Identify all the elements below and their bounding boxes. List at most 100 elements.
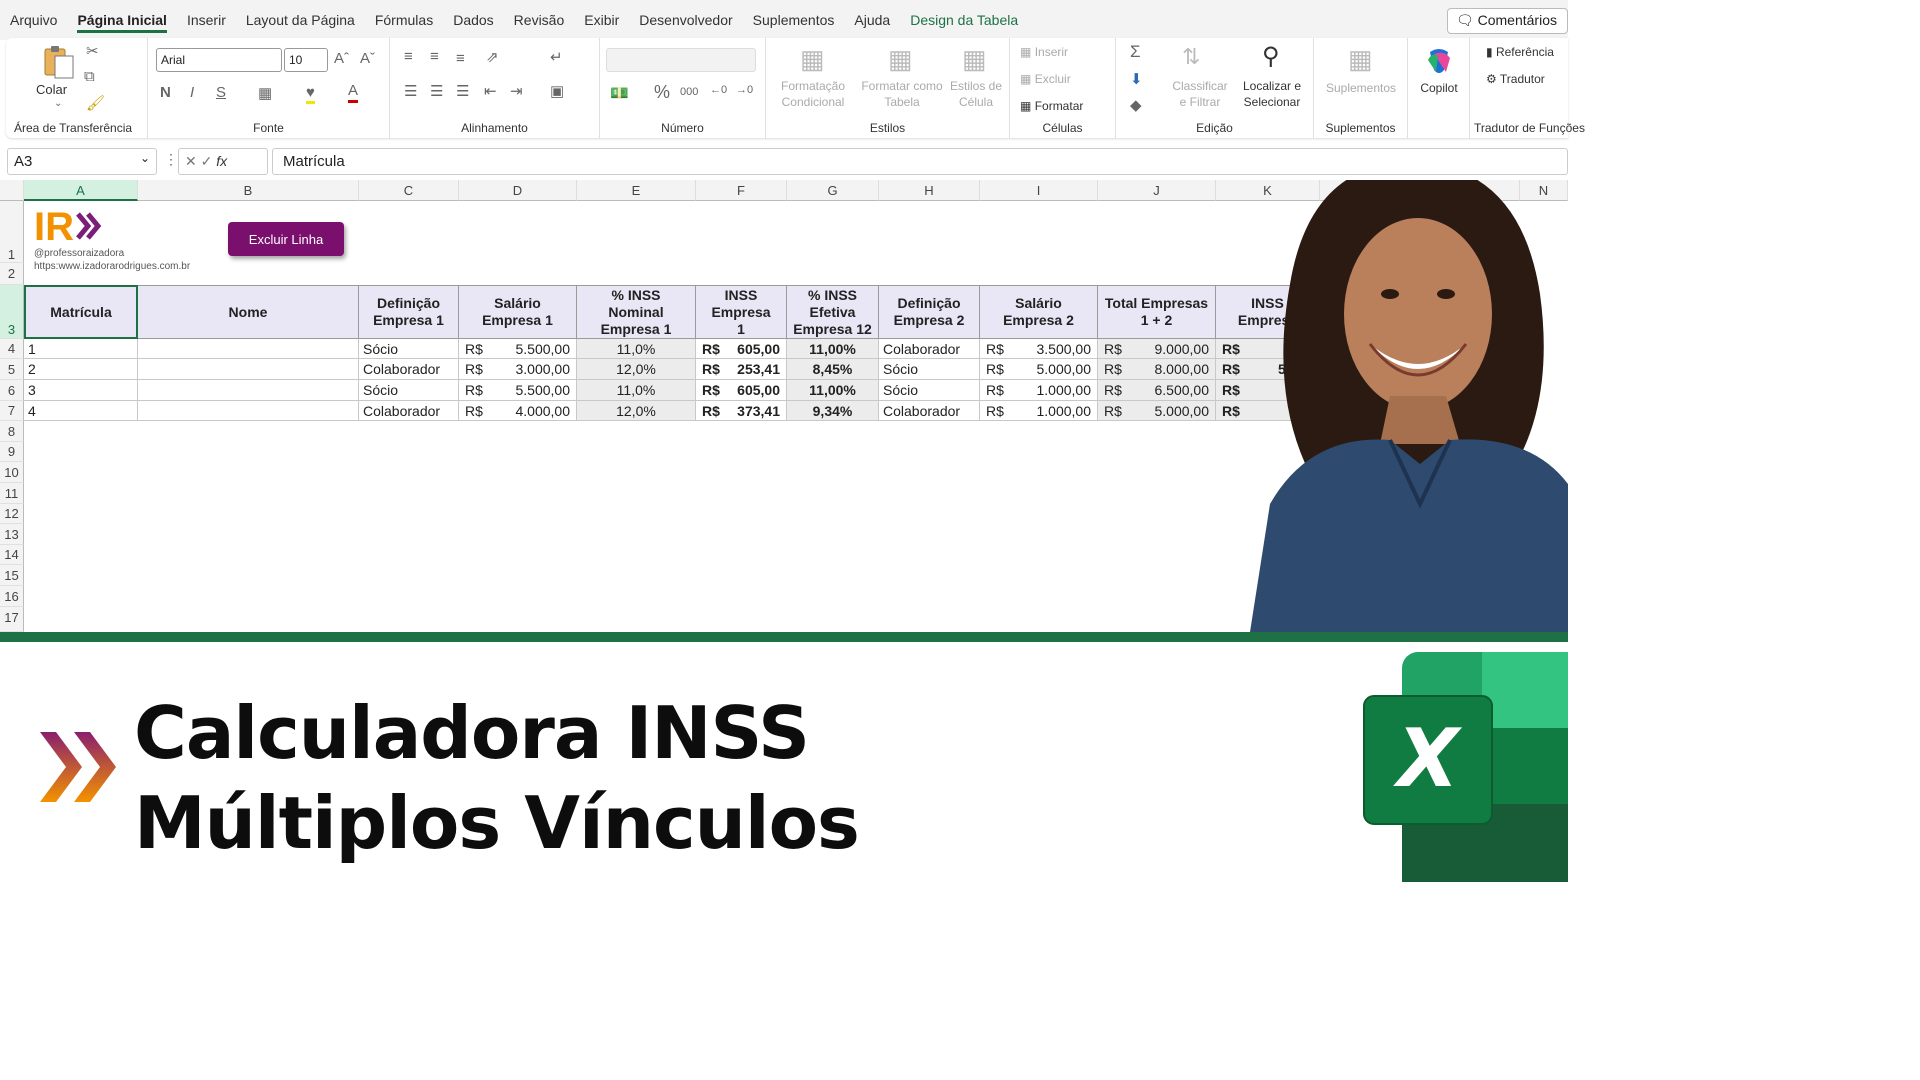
tab-layout-da-pagina[interactable]: Layout da Página [236,0,365,40]
tab-pagina-inicial[interactable]: Página Inicial [67,0,176,40]
cell-sal2-row-3[interactable]: R$ 1.000,00 [980,380,1098,401]
sort-filter-icon[interactable]: ⇅ [1182,44,1200,70]
font-color-icon[interactable]: A [348,82,359,103]
tab-dados[interactable]: Dados [443,0,503,40]
borders-icon[interactable]: ▦ [258,84,272,102]
row-header-13[interactable]: 13 [0,524,24,545]
cell-tot-row-2[interactable]: R$ 8.000,00 [1098,359,1216,380]
header-definicao-empresa-1[interactable]: Definição Empresa 1 [359,285,459,339]
copy-icon[interactable]: ⧉ [84,68,95,85]
delete-row-button[interactable]: Excluir Linha [228,222,344,256]
insert-cells-button[interactable]: ▦ Inserir [1020,44,1068,60]
cell-sal1-row-4[interactable]: R$ 4.000,00 [459,401,577,421]
header-total-empresas[interactable]: Total Empresas 1 + 2 [1098,285,1216,339]
font-name-select[interactable]: Arial [156,48,282,72]
increase-indent-icon[interactable]: ⇥ [510,82,523,100]
addins-button[interactable]: Suplementos [1320,80,1402,96]
chevron-down-icon[interactable]: ⌄ [140,151,150,165]
tab-arquivo[interactable]: Arquivo [0,0,67,40]
percent-style-button[interactable]: % [654,82,670,103]
format-as-table-icon[interactable]: ▦ [888,44,913,75]
comma-style-button[interactable]: 000 [680,86,698,98]
italic-button[interactable]: I [190,84,194,101]
row-header-15[interactable]: 15 [0,565,24,586]
autosum-icon[interactable]: Σ [1130,42,1141,62]
cell-mat-row-2[interactable]: 2 [24,359,138,380]
format-painter-icon[interactable]: 🖌 [86,94,105,112]
reference-button[interactable]: ▮ Referência [1486,44,1554,60]
format-as-table-button[interactable]: Formatar como Tabela [854,78,950,110]
tab-formulas[interactable]: Fórmulas [365,0,443,40]
tab-design-da-tabela[interactable]: Design da Tabela [900,0,1028,40]
column-header-f[interactable]: F [696,180,787,201]
shrink-font-icon[interactable]: Aˇ [360,50,375,67]
accounting-format-icon[interactable]: 💵 [610,84,629,102]
cell-pef-row-4[interactable]: 9,34% [787,401,879,421]
row-header-14[interactable]: 14 [0,545,24,565]
addins-icon[interactable]: ▦ [1348,44,1373,75]
tab-exibir[interactable]: Exibir [574,0,629,40]
number-format-select[interactable] [606,48,756,72]
fill-icon[interactable]: ⬇ [1130,70,1143,88]
wrap-text-icon[interactable]: ↵ [550,48,563,66]
header-salario-empresa-2[interactable]: Salário Empresa 2 [980,285,1098,339]
cell-tot-row-1[interactable]: R$ 9.000,00 [1098,339,1216,359]
row-header-16[interactable]: 16 [0,586,24,607]
cell-def2-row-3[interactable]: Sócio [879,380,980,401]
cell-pef-row-3[interactable]: 11,00% [787,380,879,401]
cell-mat-row-3[interactable]: 3 [24,380,138,401]
cell-inss1-row-1[interactable]: R$ 605,00 [696,339,787,359]
find-select-button[interactable]: Localizar e Selecionar [1234,78,1310,110]
increase-decimal-icon[interactable]: ←0 [710,84,727,96]
tab-ajuda[interactable]: Ajuda [844,0,900,40]
conditional-formatting-icon[interactable]: ▦ [800,44,825,75]
row-header-2[interactable]: 2 [0,263,24,285]
cell-tot-row-4[interactable]: R$ 5.000,00 [1098,401,1216,421]
cut-icon[interactable]: ✂ [86,42,99,60]
header-inss-efetiva-empresa-12[interactable]: % INSS Efetiva Empresa 12 [787,285,879,339]
cell-pnom-row-2[interactable]: 12,0% [577,359,696,380]
conditional-formatting-button[interactable]: Formatação Condicional [770,78,856,110]
cell-inss1-row-3[interactable]: R$ 605,00 [696,380,787,401]
sort-filter-button[interactable]: Classificar e Filtrar [1172,78,1228,110]
cell-nome-row-1[interactable] [138,339,359,359]
column-header-c[interactable]: C [359,180,459,201]
confirm-icon[interactable]: ✓ [201,153,213,169]
select-all-corner[interactable] [0,180,24,201]
header-definicao-empresa-2[interactable]: Definição Empresa 2 [879,285,980,339]
header-inss-empresa-1[interactable]: INSS Empresa 1 [696,285,787,339]
cell-pef-row-2[interactable]: 8,45% [787,359,879,380]
cell-nome-row-2[interactable] [138,359,359,380]
cell-pnom-row-1[interactable]: 11,0% [577,339,696,359]
cell-nome-row-4[interactable] [138,401,359,421]
grow-font-icon[interactable]: Aˆ [334,50,349,67]
column-header-e[interactable]: E [577,180,696,201]
name-box[interactable]: A3 ⌄ [7,148,157,175]
cell-tot-row-3[interactable]: R$ 6.500,00 [1098,380,1216,401]
cell-def1-row-4[interactable]: Colaborador [359,401,459,421]
cancel-icon[interactable]: ✕ [185,153,197,169]
column-header-g[interactable]: G [787,180,879,201]
cell-styles-icon[interactable]: ▦ [962,44,987,75]
cell-sal1-row-1[interactable]: R$ 5.500,00 [459,339,577,359]
cell-pef-row-1[interactable]: 11,00% [787,339,879,359]
tab-revisao[interactable]: Revisão [504,0,575,40]
cell-sal2-row-1[interactable]: R$ 3.500,00 [980,339,1098,359]
row-header-1[interactable]: 1 [0,201,24,263]
decrease-indent-icon[interactable]: ⇤ [484,82,497,100]
insert-function-button[interactable]: fx [216,153,227,169]
comments-button[interactable]: 🗨 Comentários [1446,8,1568,34]
cell-def1-row-3[interactable]: Sócio [359,380,459,401]
tab-suplementos[interactable]: Suplementos [743,0,845,40]
column-header-j[interactable]: J [1098,180,1216,201]
row-header-12[interactable]: 12 [0,504,24,524]
align-left-icon[interactable]: ☰ [404,82,417,100]
paste-icon[interactable] [42,44,76,80]
underline-button[interactable]: S [216,84,226,101]
fill-color-icon[interactable]: ♥ [306,84,315,104]
column-header-a[interactable]: A [24,180,138,201]
cell-mat-row-4[interactable]: 4 [24,401,138,421]
cell-sal2-row-4[interactable]: R$ 1.000,00 [980,401,1098,421]
cell-pnom-row-4[interactable]: 12,0% [577,401,696,421]
column-header-d[interactable]: D [459,180,577,201]
